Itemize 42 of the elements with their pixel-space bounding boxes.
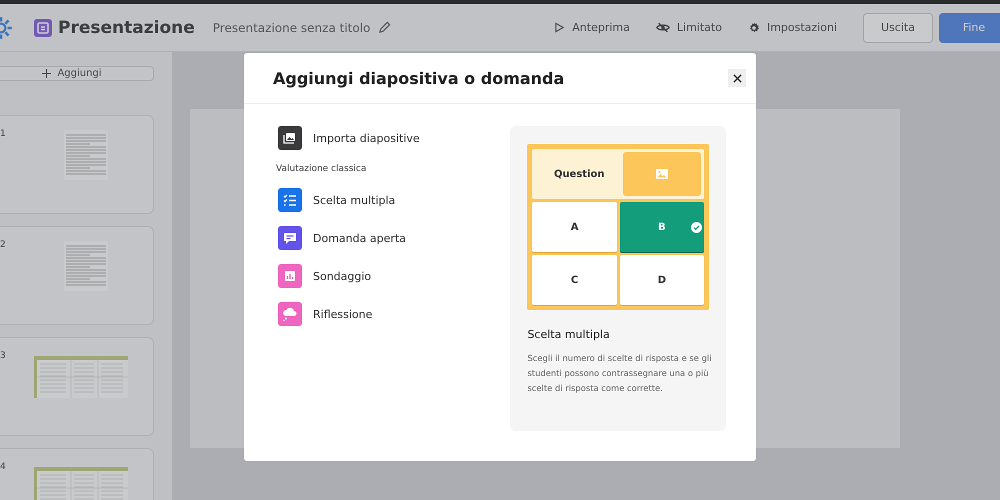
plus-icon bbox=[42, 69, 52, 78]
preview-description: Scegli il numero di scelte di risposta e se gli studenti possono contrassegnare una o più scelte di risposta come corrette. bbox=[527, 352, 713, 395]
image-icon bbox=[656, 169, 668, 179]
question-type-option[interactable]: Sondaggio bbox=[278, 264, 510, 288]
exit-button[interactable]: Uscita bbox=[863, 12, 933, 42]
document-title[interactable]: Presentazione senza titolo bbox=[212, 20, 370, 34]
import-option[interactable]: Importa diapositive bbox=[278, 126, 510, 150]
pencil-icon[interactable] bbox=[378, 21, 392, 34]
toolbar-action[interactable]: Limitato bbox=[656, 21, 722, 34]
slide-card[interactable] bbox=[0, 115, 154, 214]
slide-number: 2 bbox=[0, 240, 6, 250]
slide-card[interactable] bbox=[0, 337, 154, 436]
question-type-option[interactable]: Scelta multipla bbox=[278, 188, 510, 212]
close-icon bbox=[732, 74, 742, 82]
document-thumbnail bbox=[64, 241, 108, 291]
toolbar-action[interactable]: Impostazioni bbox=[748, 21, 837, 34]
images-icon bbox=[278, 126, 302, 150]
slide-card[interactable] bbox=[0, 226, 154, 325]
dialog-title: Aggiungi diapositiva o domanda bbox=[273, 68, 566, 88]
answer-tile: B bbox=[620, 202, 704, 252]
play-icon bbox=[554, 22, 566, 33]
eye-slash-icon bbox=[656, 22, 670, 33]
settings-icon bbox=[748, 22, 760, 34]
question-type-option[interactable]: Riflessione bbox=[278, 302, 510, 326]
question-label: Question bbox=[552, 168, 606, 180]
answer-tile: A bbox=[532, 202, 617, 252]
slide-number: 4 bbox=[0, 462, 6, 472]
check-circle-icon bbox=[691, 222, 702, 233]
close-button[interactable] bbox=[728, 69, 746, 87]
add-button[interactable]: Aggiungi bbox=[0, 66, 154, 81]
answer-tile: C bbox=[532, 255, 617, 305]
presentation-logo-icon bbox=[34, 18, 52, 36]
slide-number: 1 bbox=[0, 129, 6, 139]
question-type-option[interactable]: Domanda aperta bbox=[278, 226, 510, 250]
document-thumbnail bbox=[64, 130, 108, 180]
app-name: Presentazione bbox=[58, 18, 195, 38]
toolbar-action[interactable]: Anteprima bbox=[554, 21, 630, 34]
slide-number: 3 bbox=[0, 351, 6, 361]
section-heading: Valutazione classica bbox=[276, 164, 368, 174]
preview-title: Scelta multipla bbox=[527, 328, 611, 341]
answer-tile: D bbox=[620, 255, 704, 305]
finish-button[interactable]: Fine bbox=[939, 12, 1000, 42]
